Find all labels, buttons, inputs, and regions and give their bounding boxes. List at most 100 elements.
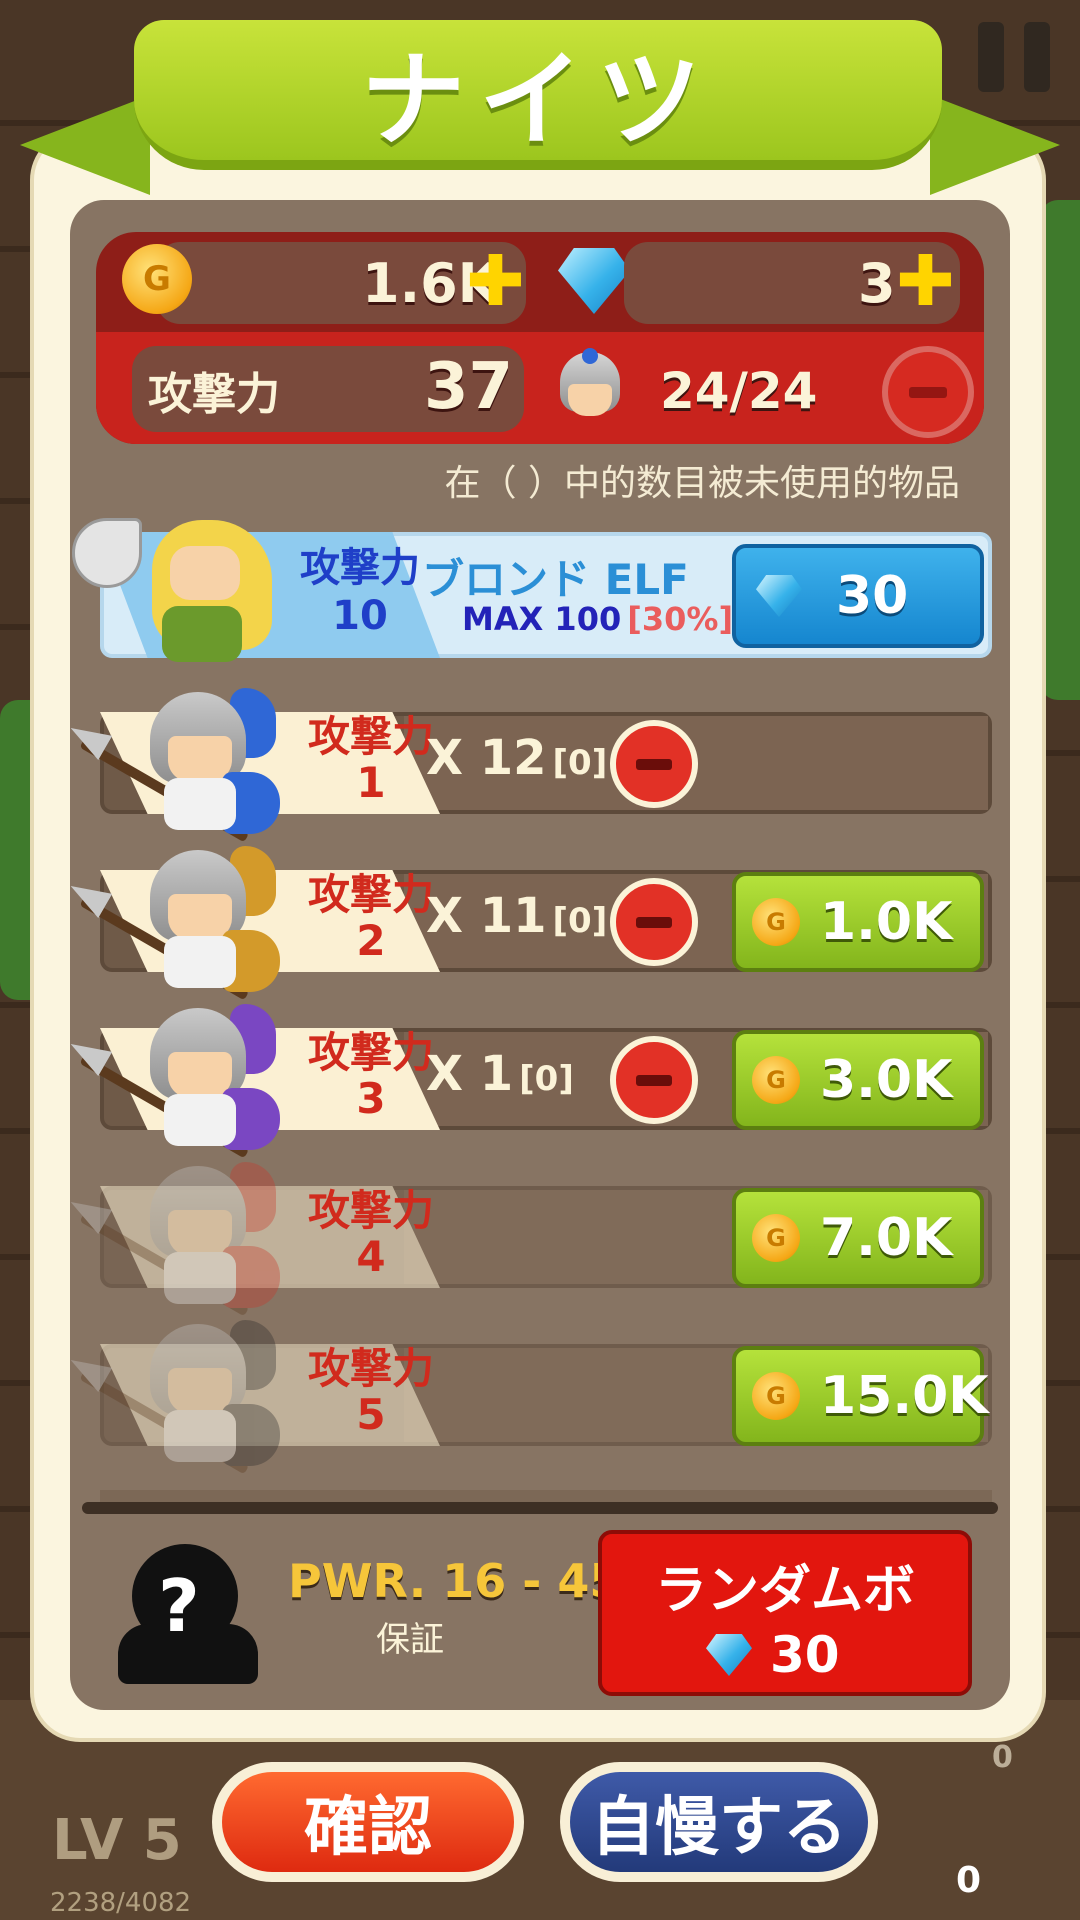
elf-max-value: MAX 100 [462, 600, 622, 638]
knight-attack: 攻撃力 5 [276, 1346, 466, 1438]
pause-icon-bar [1024, 22, 1050, 92]
random-box-button[interactable]: ランダムボ 30 [598, 1530, 972, 1696]
elf-blade [72, 518, 142, 588]
knight-body [164, 936, 236, 988]
remove-knight-button[interactable] [610, 720, 698, 808]
title-ribbon: ナイツ [134, 20, 942, 170]
player-level: LV 5 [52, 1808, 182, 1873]
random-box-price: 30 [770, 1626, 840, 1684]
knight-face [168, 1210, 232, 1256]
knight-row: 攻撃力 3 X 1 [0] G 3.0K [100, 1004, 992, 1159]
buy-knight-button[interactable]: G 1.0K [732, 872, 984, 972]
background-hedge-right [1040, 200, 1080, 700]
knight-avatar [72, 1156, 282, 1317]
elf-progress: [30%] [627, 600, 734, 638]
knight-price: 7.0K [820, 1208, 953, 1268]
list-overflow-row [100, 1476, 992, 1502]
gem-amount: 3 [858, 252, 896, 315]
knight-avatar [72, 682, 282, 843]
knight-owned-count: X 12 [426, 730, 547, 786]
gold-coin-icon: G [122, 244, 192, 314]
elf-face [170, 546, 240, 600]
attack-total: 37 [424, 350, 514, 424]
knight-row: 攻撃力 4 G 7.0K [100, 1162, 992, 1317]
knight-unused-count: [0] [519, 1059, 574, 1099]
knight-attack-label: 攻撃力 [307, 1186, 434, 1235]
knight-owned: X 12 [0] [426, 730, 607, 786]
knight-face [168, 894, 232, 940]
unused-items-note: 在（ ）中的数目被未使用的物品 [444, 463, 960, 504]
random-guarantee: 保証 [376, 1620, 444, 1660]
elf-name: ブロンド ELF [422, 555, 689, 604]
knight-avatar [72, 1314, 282, 1475]
knight-unused-count: [0] [552, 901, 608, 941]
list-divider [82, 1502, 998, 1514]
pause-button[interactable] [978, 22, 1052, 94]
question-mark: ? [158, 1564, 200, 1648]
knight-unused-count: [0] [552, 743, 608, 783]
brag-label: 自慢する [591, 1791, 847, 1865]
resource-panel: G 1.6K ✚ 3 ✚ 攻撃力 37 24/24 [96, 232, 984, 444]
buy-elf-button[interactable]: 30 [732, 544, 984, 648]
mystery-hero-icon: ? [112, 1536, 260, 1686]
knight-price: 15.0K [820, 1366, 989, 1426]
knight-price: 1.0K [820, 892, 953, 952]
gem-icon [706, 1634, 752, 1676]
knight-avatar [72, 840, 282, 1001]
confirm-button[interactable]: 確認 [212, 1762, 524, 1882]
knight-row: 攻撃力 5 G 15.0K [100, 1320, 992, 1475]
pause-icon [978, 22, 1004, 92]
knight-attack-value: 4 [356, 1232, 386, 1281]
gold-coin-icon: G [752, 898, 800, 946]
brag-button-face: 自慢する [570, 1772, 868, 1872]
buy-knight-button[interactable]: G 3.0K [732, 1030, 984, 1130]
background-counter-top: 0 [992, 1740, 1013, 1775]
gem-icon [558, 248, 630, 314]
confirm-button-face: 確認 [222, 1772, 514, 1872]
knight-avatar [72, 998, 282, 1159]
knight-owned: X 1 [0] [426, 1046, 574, 1102]
buy-knight-button[interactable]: G 15.0K [732, 1346, 989, 1446]
hero-row-elf: 攻撃力 10 ブロンド ELF MAX 100 [30%] 30 [72, 518, 992, 662]
attack-label: 攻撃力 [148, 369, 280, 420]
add-gems-button[interactable]: ✚ [896, 246, 955, 316]
knight-owned: X 11 [0] [426, 888, 607, 944]
dialog-title: ナイツ [360, 38, 715, 161]
brag-button[interactable]: 自慢する [560, 1762, 878, 1882]
blonde-elf-avatar [70, 510, 300, 680]
gold-coin-icon: G [752, 1214, 800, 1262]
confirm-label: 確認 [304, 1791, 432, 1865]
knight-owned-count: X 11 [426, 888, 547, 944]
knight-price: 3.0K [820, 1050, 953, 1110]
knight-face [168, 1052, 232, 1098]
knight-body [164, 1094, 236, 1146]
remove-knight-button[interactable] [882, 346, 974, 438]
knight-count: 24/24 [660, 362, 818, 420]
remove-knight-button[interactable] [610, 878, 698, 966]
knight-attack-value: 5 [356, 1390, 386, 1439]
knight-body [164, 778, 236, 830]
random-box-cost: 30 [706, 1626, 840, 1684]
knight-attack: 攻撃力 4 [276, 1188, 466, 1280]
add-gold-button[interactable]: ✚ [466, 246, 525, 316]
knight-face [168, 736, 232, 782]
knight-row: 攻撃力 1 X 12 [0] [100, 688, 992, 843]
remove-knight-button[interactable] [610, 1036, 698, 1124]
player-xp: 2238/4082 [50, 1888, 192, 1918]
knight-owned-count: X 1 [426, 1046, 514, 1102]
elf-max: MAX 100 [30%] [462, 600, 733, 638]
elf-body [162, 606, 242, 662]
buy-knight-button[interactable]: G 7.0K [732, 1188, 984, 1288]
knight-row: 攻撃力 2 X 11 [0] G 1.0K [100, 846, 992, 1001]
gold-coin-icon: G [752, 1372, 800, 1420]
knight-attack-label: 攻撃力 [307, 1344, 434, 1393]
elf-price: 30 [836, 566, 909, 626]
gold-coin-icon: G [752, 1056, 800, 1104]
gem-icon [756, 575, 802, 617]
knight-head-icon [554, 348, 626, 428]
knight-body [164, 1410, 236, 1462]
background-counter-bottom: 0 [956, 1860, 982, 1901]
knight-face [168, 1368, 232, 1414]
knight-body [164, 1252, 236, 1304]
random-box-label: ランダムボ [654, 1561, 915, 1621]
